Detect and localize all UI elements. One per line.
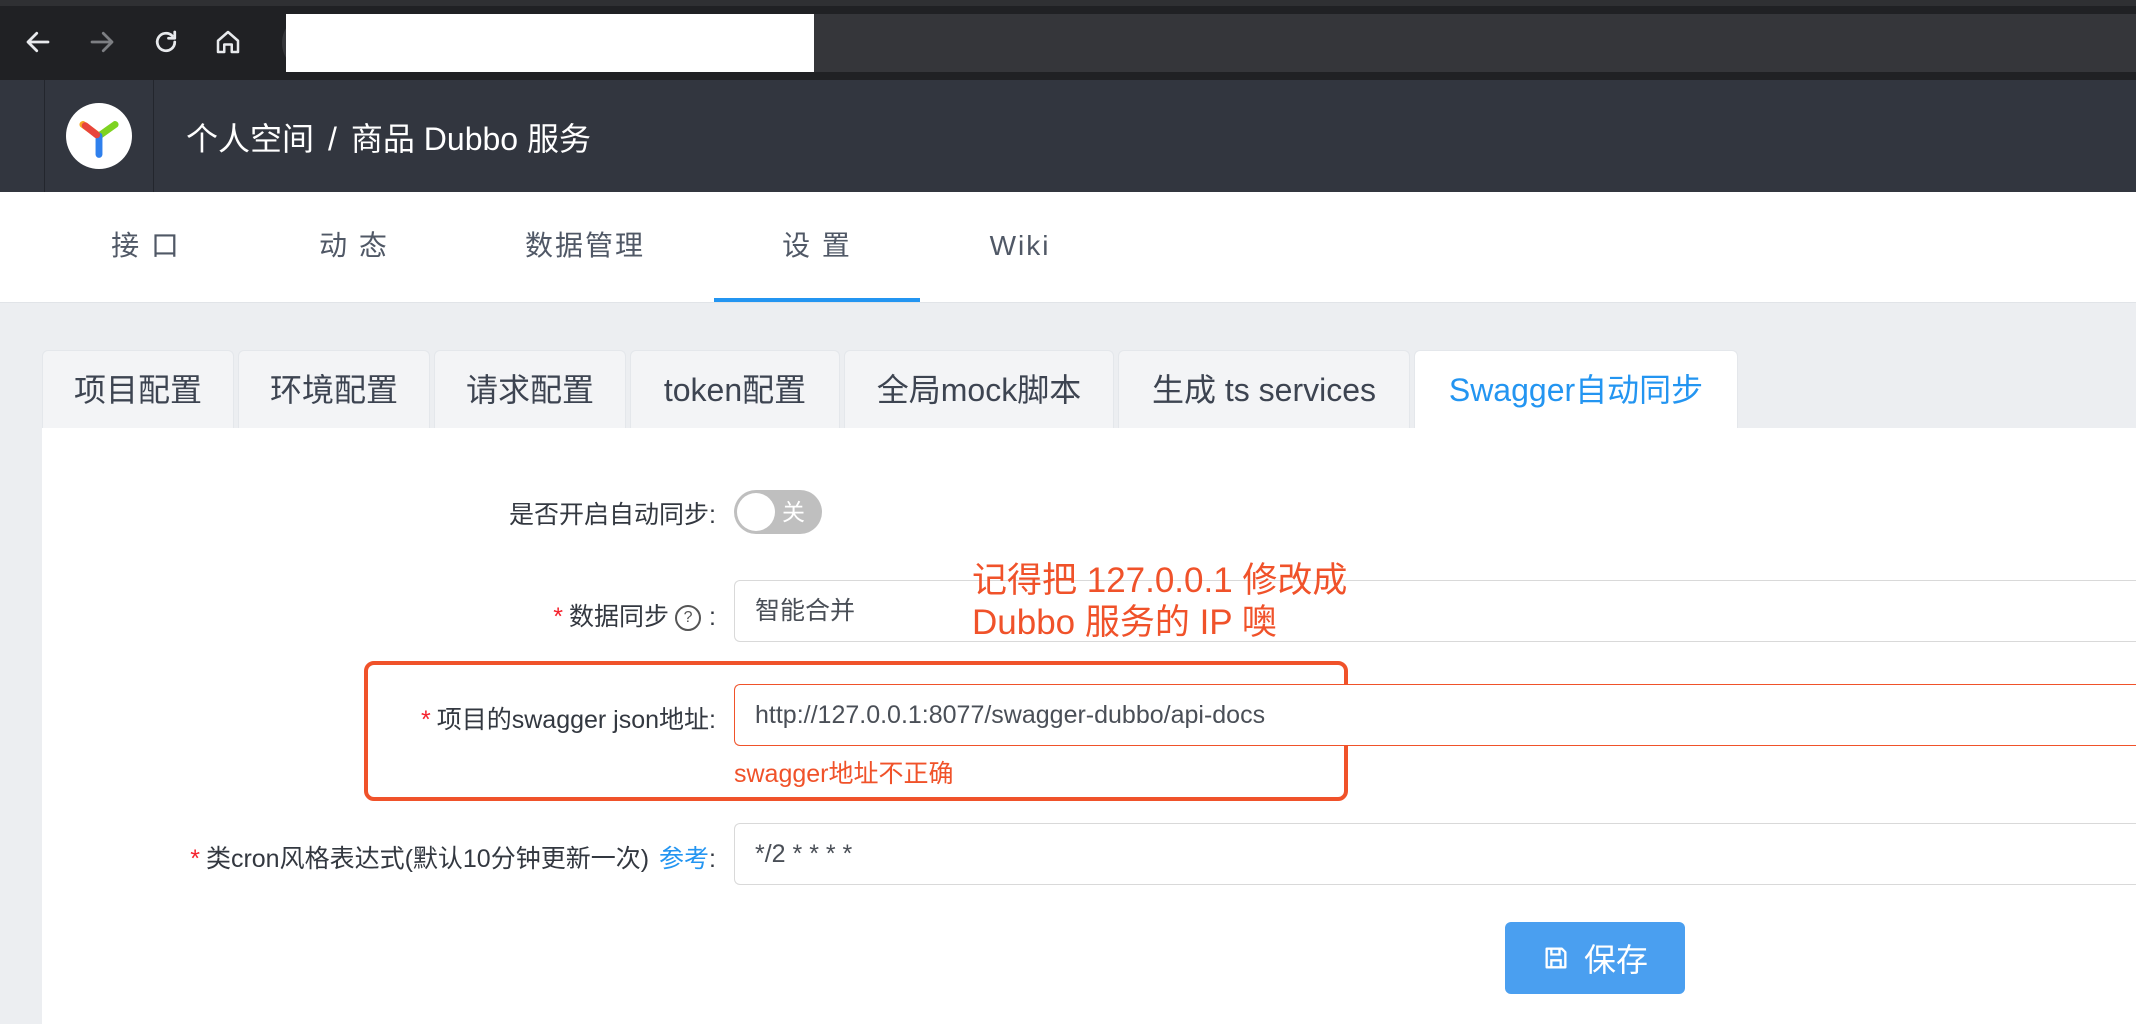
tab-activity[interactable]: 动 态 — [284, 192, 424, 302]
yapi-logo-icon — [79, 121, 119, 158]
breadcrumb: 个人空间 / 商品 Dubbo 服务 — [186, 114, 591, 160]
auto-sync-switch[interactable]: 关 — [734, 490, 822, 534]
app-header: 个人空间 / 商品 Dubbo 服务 — [0, 80, 2136, 192]
settings-tab-ts-services[interactable]: 生成 ts services — [1118, 350, 1410, 428]
settings-tab-global-mock[interactable]: 全局mock脚本 — [844, 350, 1114, 428]
switch-text: 关 — [782, 499, 805, 525]
annotation-line-2: Dubbo 服务的 IP 噢 — [972, 603, 1277, 642]
auto-sync-label: 是否开启自动同步: — [509, 501, 716, 529]
settings-tab-swagger-sync[interactable]: Swagger自动同步 — [1414, 350, 1738, 430]
settings-tab-env-config[interactable]: 环境配置 — [238, 350, 430, 428]
save-icon — [1545, 947, 1567, 969]
data-sync-label: * 数据同步?: — [553, 603, 716, 632]
tab-interface[interactable]: 接 口 — [76, 192, 216, 302]
cron-reference-link[interactable]: 参考 — [659, 845, 709, 873]
swagger-url-input[interactable]: http://127.0.0.1:8077/swagger-dubbo/api-… — [734, 684, 2136, 746]
yapi-logo — [66, 103, 132, 169]
cron-input[interactable]: */2 * * * * — [734, 823, 2136, 885]
cron-label: * 类cron风格表达式(默认10分钟更新一次) 参考: — [190, 845, 716, 873]
settings-tab-project-config[interactable]: 项目配置 — [42, 350, 234, 428]
active-tab-indicator — [714, 298, 920, 302]
data-sync-select[interactable]: 智能合并 — [734, 580, 2136, 642]
browser-toolbar — [0, 0, 2136, 80]
tab-wiki[interactable]: Wiki — [960, 192, 1080, 302]
reload-button[interactable] — [146, 22, 186, 62]
back-button[interactable] — [18, 22, 58, 62]
arrow-right-icon — [90, 31, 114, 53]
swagger-url-error: swagger地址不正确 — [734, 760, 954, 788]
save-button[interactable]: 保存 — [1505, 922, 1685, 994]
breadcrumb-project: 商品 Dubbo 服务 — [350, 121, 591, 157]
reload-icon — [155, 30, 177, 53]
swagger-url-label: * 项目的swagger json地址: — [421, 706, 716, 734]
breadcrumb-separator: / — [328, 121, 337, 157]
home-button[interactable] — [208, 22, 248, 62]
logo-area[interactable] — [44, 80, 154, 192]
question-circle-icon[interactable]: ? — [675, 605, 702, 632]
settings-tab-request-config[interactable]: 请求配置 — [434, 350, 626, 428]
address-redacted-area — [286, 14, 814, 72]
save-button-label: 保存 — [1583, 942, 1648, 978]
forward-button[interactable] — [82, 22, 122, 62]
home-icon — [216, 30, 240, 54]
breadcrumb-root[interactable]: 个人空间 — [186, 121, 314, 157]
settings-tab-token-config[interactable]: token配置 — [630, 350, 840, 428]
annotation-note: 记得把 127.0.0.1 修改成 Dubbo 服务的 IP 噢 — [972, 560, 1347, 644]
arrow-left-icon — [26, 31, 50, 53]
tab-settings[interactable]: 设 置 — [714, 192, 920, 302]
tab-data-management[interactable]: 数据管理 — [510, 192, 660, 302]
switch-knob — [737, 493, 775, 531]
annotation-line-1: 记得把 127.0.0.1 修改成 — [972, 561, 1348, 600]
browser-tab-strip — [0, 0, 2136, 6]
project-subnav: 接 口 动 态 数据管理 设 置 Wiki — [0, 192, 2136, 303]
